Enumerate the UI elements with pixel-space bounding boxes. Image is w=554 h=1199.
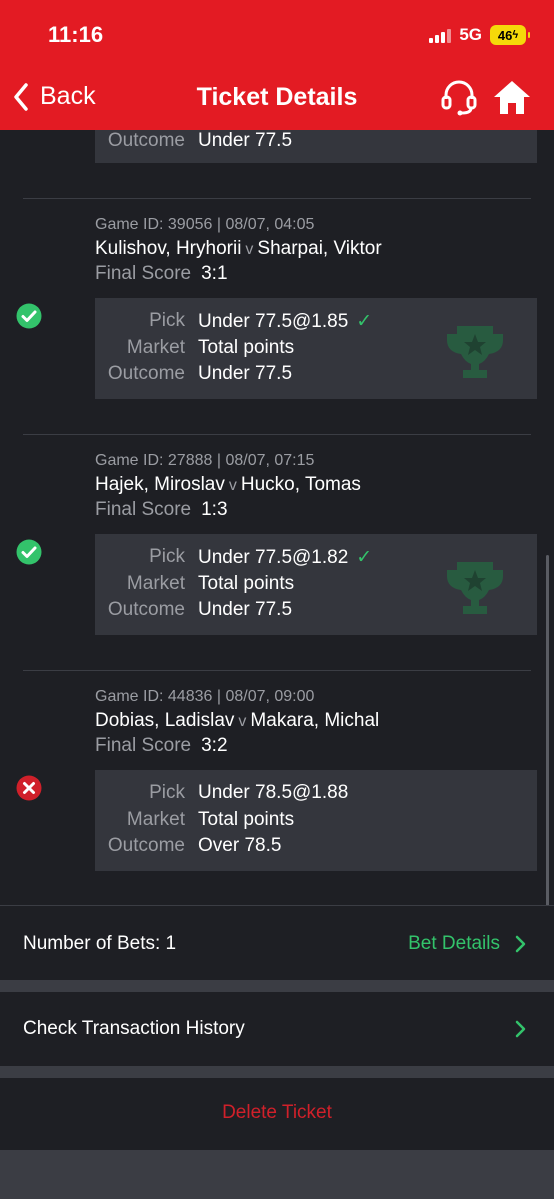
divider [23,434,531,435]
market-label: Market [126,337,185,358]
pick-check-mark: ✓ [356,311,373,332]
market-label: Market [126,809,185,830]
bet-box: Pick Under 77.5@1.85 ✓ Market Total point… [95,298,537,399]
section-gap [0,1066,554,1078]
versus-label: v [245,241,254,258]
away-player: Makara, Michal [250,710,380,731]
outcome-label: Outcome [107,363,185,384]
section-gap [0,980,554,992]
pick-text: Under 77.5@1.82 [198,547,349,568]
divider [23,198,531,199]
final-score-value: 3:2 [201,735,228,756]
outcome-value: Under 77.5 [198,363,293,384]
versus-label: v [238,713,247,730]
outcome-label: Outcome [107,599,185,620]
pick-value: Under 78.5@1.88 [198,782,349,803]
trophy-icon [447,562,503,614]
chevron-right-icon [515,1020,526,1038]
bets-summary-row: Number of Bets: 1 Bet Details [0,906,554,980]
transaction-history-row[interactable]: Check Transaction History [0,992,554,1066]
bet-box: Pick Under 78.5@1.88 Market Total points… [95,770,537,871]
x-circle-icon [16,775,42,801]
bet-box: Pick Under 77.5@1.82 ✓ Market Total point… [95,534,537,635]
check-history-label: Check Transaction History [23,1018,245,1039]
market-value: Total points [198,809,295,830]
check-circle-icon [16,303,42,329]
outcome-value: Under 77.5 [198,599,293,620]
kv-outcome: Outcome Under 77.5 [95,130,537,156]
back-button[interactable]: Back [12,82,96,111]
signal-icon [429,27,452,43]
outcome-label: Outcome [107,835,185,856]
outcome-value: Over 78.5 [198,835,282,856]
match-players: Dobias, Ladislav v Makara, Michal [95,710,379,732]
battery-icon: 46 ϟ [490,25,530,45]
market-value: Total points [198,573,295,594]
away-player: Sharpai, Viktor [257,238,382,259]
outcome-value: Under 77.5 [198,130,293,151]
final-score-label: Final Score [95,735,192,756]
home-player: Kulishov, Hryhorii [95,238,242,259]
final-score-value: 3:1 [201,263,228,284]
market-label: Market [126,573,185,594]
bet-details-label: Bet Details [408,933,500,954]
final-score: Final Score 3:2 [95,735,228,757]
divider [23,670,531,671]
delete-ticket-label: Delete Ticket [222,1102,332,1123]
game-id: Game ID: 44836 | 08/07, 09:00 [95,688,315,705]
number-of-bets: Number of Bets: 1 [23,933,177,954]
final-score-label: Final Score [95,263,192,284]
game-id: Game ID: 27888 | 08/07, 07:15 [95,452,315,469]
network-label: 5G [459,25,482,44]
app-header: 11:16 5G 46 ϟ Back Ticket Details [0,0,554,130]
game-id: Game ID: 39056 | 08/07, 04:05 [95,216,315,233]
kv-outcome: Outcome Over 78.5 [95,835,537,861]
away-player: Hucko, Tomas [240,474,361,495]
scrollbar[interactable] [546,555,549,927]
final-score: Final Score 3:1 [95,263,228,285]
headset-icon[interactable] [440,80,478,121]
match-players: Hajek, Miroslav v Hucko, Tomas [95,474,361,496]
pick-label: Pick [149,310,185,331]
pick-check-mark: ✓ [356,547,373,568]
chevron-left-icon [14,82,28,111]
status-indicators: 5G 46 ϟ [429,24,530,46]
market-value: Total points [198,337,295,358]
home-icon[interactable] [492,78,532,121]
pick-value: Under 77.5@1.85 ✓ [198,310,372,333]
kv-market: Market Total points [95,809,537,835]
match-players: Kulishov, Hryhorii v Sharpai, Viktor [95,238,382,260]
bottom-band [0,1150,554,1199]
versus-label: v [228,477,237,494]
check-circle-icon [16,539,42,565]
delete-ticket-button[interactable]: Delete Ticket [0,1078,554,1150]
outcome-label: Outcome [107,130,185,151]
battery-level: 46 [497,27,513,43]
back-label: Back [40,82,96,110]
status-time: 11:16 [48,22,104,47]
bet-details-link[interactable]: Bet Details [408,933,526,955]
pick-label: Pick [149,546,185,567]
pick-label: Pick [149,782,185,803]
trophy-icon [447,326,503,378]
pick-value: Under 77.5@1.82 ✓ [198,546,372,569]
home-player: Dobias, Ladislav [95,710,235,731]
final-score-label: Final Score [95,499,192,520]
kv-pick: Pick Under 78.5@1.88 [95,782,537,808]
final-score: Final Score 1:3 [95,499,228,521]
outcome-box-partial: Outcome Under 77.5 [95,130,537,163]
pick-text: Under 77.5@1.85 [198,311,349,332]
chevron-right-icon [515,935,526,953]
final-score-value: 1:3 [201,499,228,520]
home-player: Hajek, Miroslav [95,474,225,495]
